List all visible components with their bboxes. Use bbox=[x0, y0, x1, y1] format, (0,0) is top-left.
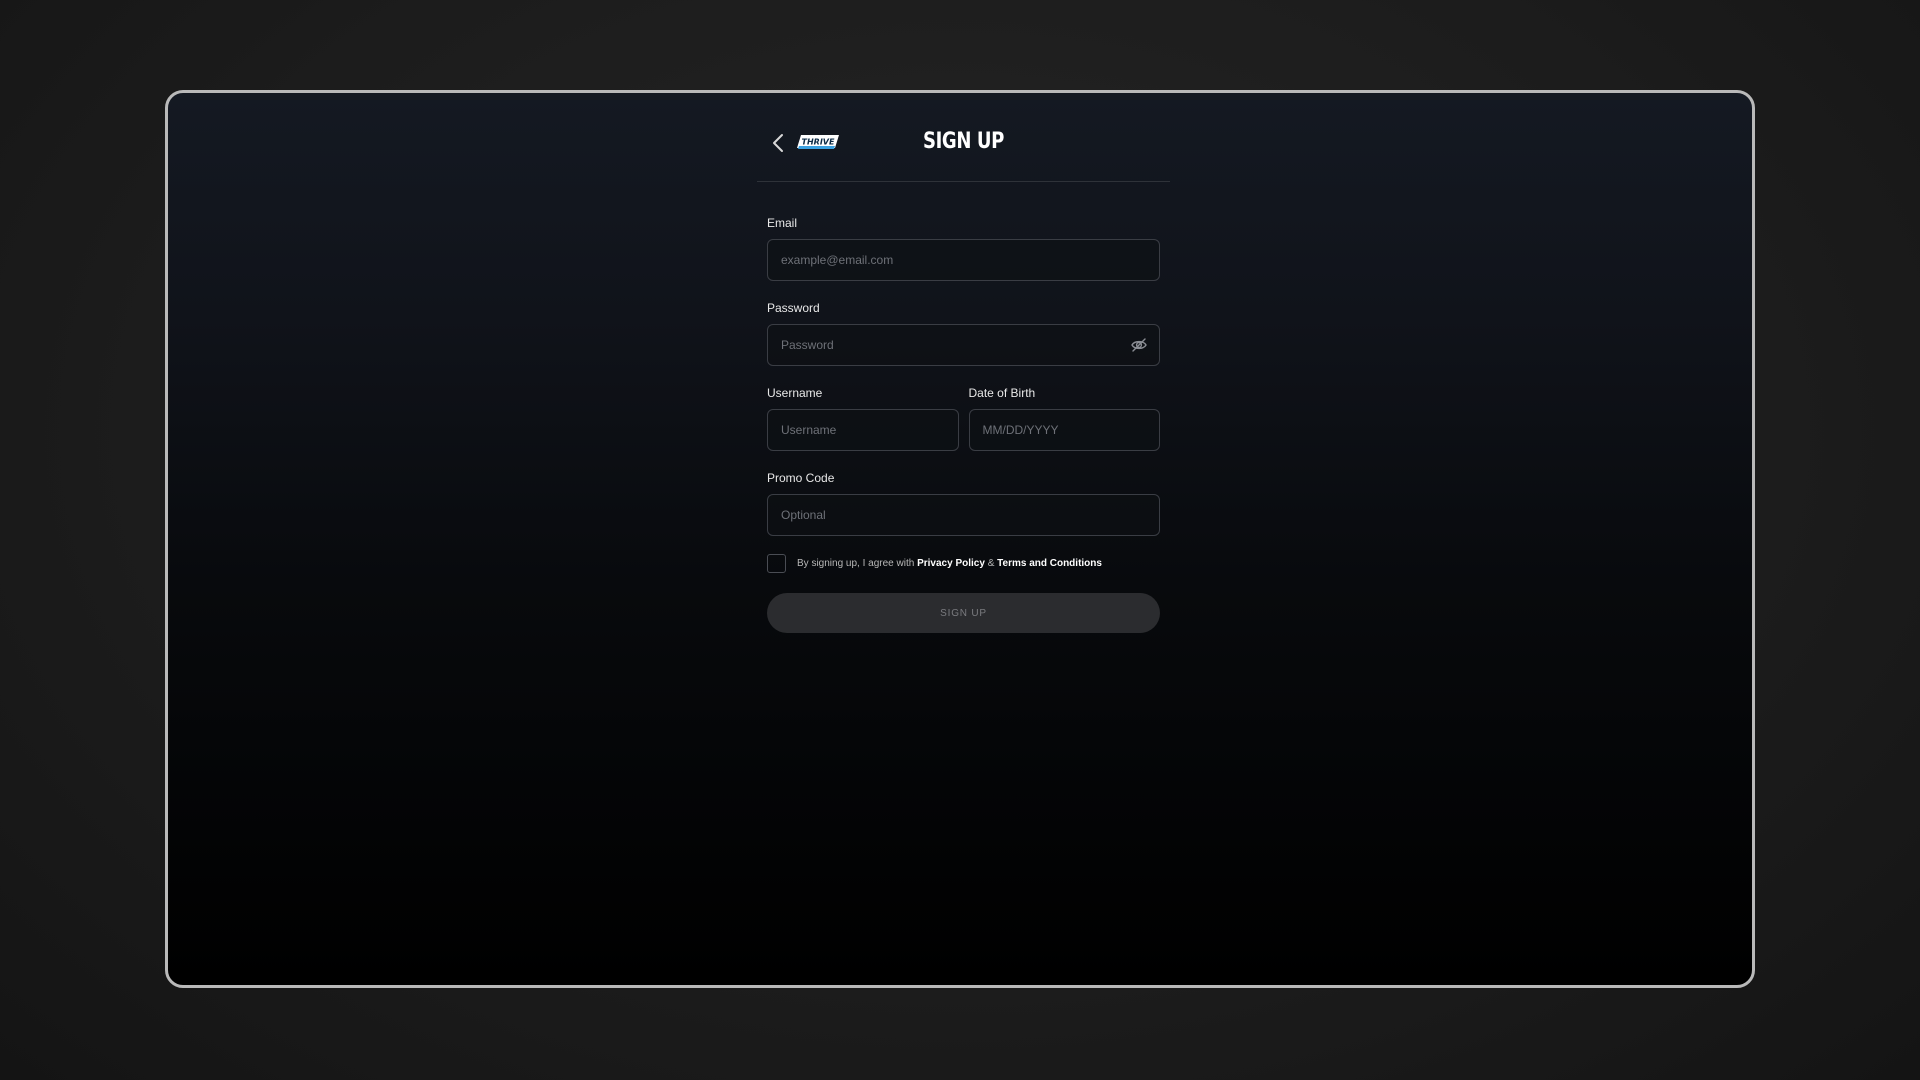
page-title: SIGN UP bbox=[923, 129, 1004, 154]
chevron-left-icon bbox=[773, 134, 783, 152]
email-input[interactable] bbox=[767, 239, 1160, 281]
username-label: Username bbox=[767, 386, 823, 400]
signup-header: THRIVE SIGN UP bbox=[757, 93, 1170, 182]
password-visibility-toggle[interactable] bbox=[1130, 336, 1148, 354]
username-input[interactable] bbox=[767, 409, 959, 451]
device-frame: THRIVE SIGN UP Email Password bbox=[165, 90, 1755, 988]
password-label: Password bbox=[767, 301, 820, 315]
privacy-policy-link[interactable]: Privacy Policy bbox=[917, 558, 985, 569]
agreement-separator: & bbox=[987, 558, 995, 569]
agreement-prefix: By signing up, I agree with bbox=[797, 558, 915, 569]
promo-label: Promo Code bbox=[767, 471, 835, 485]
dob-group: Date of Birth bbox=[968, 386, 1160, 451]
sign-up-button[interactable]: SIGN UP bbox=[767, 593, 1160, 633]
username-group: Username bbox=[767, 386, 959, 451]
agreement-text: By signing up, I agree with Privacy Poli… bbox=[797, 558, 1102, 569]
email-group: Email bbox=[767, 216, 1160, 281]
agreement-row: By signing up, I agree with Privacy Poli… bbox=[767, 554, 1160, 573]
terms-link[interactable]: Terms and Conditions bbox=[997, 558, 1102, 569]
back-button[interactable] bbox=[771, 131, 787, 155]
password-group: Password bbox=[767, 301, 1160, 366]
email-label: Email bbox=[767, 216, 798, 230]
username-dob-row: Username Date of Birth bbox=[767, 386, 1160, 471]
signup-form: Email Password bbox=[757, 182, 1170, 633]
eye-off-icon bbox=[1131, 338, 1147, 352]
agreement-checkbox[interactable] bbox=[767, 554, 786, 573]
dob-label: Date of Birth bbox=[968, 386, 1036, 400]
signup-panel: THRIVE SIGN UP Email Password bbox=[757, 93, 1170, 633]
dob-input[interactable] bbox=[968, 409, 1160, 451]
password-input[interactable] bbox=[767, 324, 1160, 366]
promo-group: Promo Code bbox=[767, 471, 1160, 536]
promo-input[interactable] bbox=[767, 494, 1160, 536]
